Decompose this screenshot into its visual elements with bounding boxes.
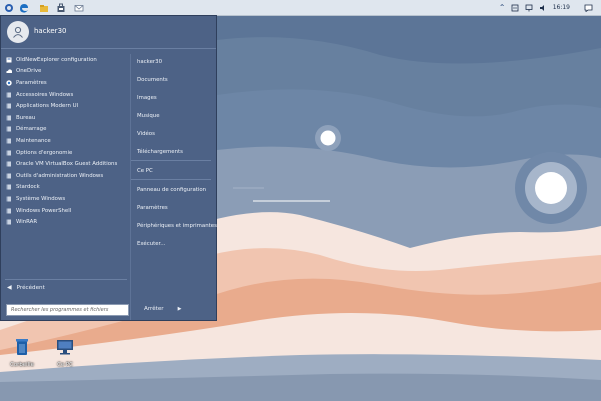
program-item-label: Applications Modern UI xyxy=(16,103,79,110)
gear-icon xyxy=(6,80,12,86)
taskbar-clock[interactable]: 16:19 xyxy=(553,4,570,11)
program-item-label: Outils d'administration Windows xyxy=(16,172,104,179)
store-icon[interactable] xyxy=(55,2,66,13)
user-icon xyxy=(13,26,23,38)
program-item[interactable]: Bureau xyxy=(1,112,129,124)
menu-item-music[interactable]: Musique xyxy=(137,113,160,119)
program-item-label: Stardock xyxy=(16,184,40,191)
program-item-label: Paramètres xyxy=(16,79,47,86)
program-item[interactable]: Oracle VM VirtualBox Guest Additions xyxy=(1,158,129,170)
program-item-label: Options d'ergonomie xyxy=(16,149,73,156)
program-item[interactable]: Stardock xyxy=(1,182,129,194)
mail-icon[interactable] xyxy=(73,2,84,13)
column-divider xyxy=(130,54,131,320)
menu-item-control-panel[interactable]: Panneau de configuration xyxy=(137,187,206,193)
tray-chevron-icon[interactable]: ^ xyxy=(500,4,505,11)
start-menu-header: hacker30 xyxy=(1,16,216,48)
menu-item-documents[interactable]: Documents xyxy=(137,77,168,83)
folder-icon xyxy=(6,126,12,132)
menu-item-videos[interactable]: Vidéos xyxy=(137,131,155,137)
folder-icon xyxy=(6,196,12,202)
program-item-label: OneDrive xyxy=(16,68,42,75)
system-tray: ^ 16:19 xyxy=(500,0,601,15)
shutdown-label: Arrêter xyxy=(144,306,164,312)
search-input[interactable] xyxy=(7,304,128,316)
network-icon[interactable] xyxy=(525,4,533,12)
program-item[interactable]: Windows PowerShell xyxy=(1,205,129,217)
folder-icon xyxy=(6,103,12,109)
folder-icon xyxy=(6,115,12,121)
menu-item-devices-printers[interactable]: Périphériques et imprimantes xyxy=(137,223,217,229)
folder-icon xyxy=(6,219,12,225)
program-item-label: Bureau xyxy=(16,114,36,121)
program-item[interactable]: OldNewExplorer configuration xyxy=(1,54,129,66)
shutdown-options-arrow-icon[interactable]: ▶ xyxy=(178,306,182,312)
program-list: OldNewExplorer configuration OneDrive Para… xyxy=(1,54,129,228)
notification-icon[interactable] xyxy=(584,4,593,12)
program-item-label: Accessoires Windows xyxy=(16,91,74,98)
program-item[interactable]: Options d'ergonomie xyxy=(1,147,129,159)
right-divider-1 xyxy=(131,160,211,161)
recycle-bin-icon xyxy=(16,339,28,355)
computer-icon xyxy=(57,340,73,355)
search-box[interactable] xyxy=(6,304,129,316)
program-item[interactable]: Outils d'administration Windows xyxy=(1,170,129,182)
folder-icon xyxy=(6,208,12,214)
folder-explorer-icon[interactable] xyxy=(38,2,49,13)
shutdown-button[interactable]: Arrêter ▶ xyxy=(144,306,181,312)
desktop-icon-label: Corbeille xyxy=(10,362,34,368)
program-item[interactable]: Accessoires Windows xyxy=(1,89,129,101)
program-item[interactable]: WinRAR xyxy=(1,216,129,228)
folder-icon xyxy=(6,138,12,144)
volume-icon[interactable] xyxy=(539,4,547,12)
program-item[interactable]: Démarrage xyxy=(1,124,129,136)
menu-item-settings[interactable]: Paramètres xyxy=(137,205,168,211)
program-item[interactable]: Paramètres xyxy=(1,77,129,89)
program-item-label: Maintenance xyxy=(16,137,51,144)
desktop-icon-this-pc[interactable]: Ce PC xyxy=(50,337,80,368)
menu-item-images[interactable]: Images xyxy=(137,95,157,101)
menu-item-run[interactable]: Exécuter... xyxy=(137,241,165,247)
folder-icon xyxy=(6,150,12,156)
program-item-label: Système Windows xyxy=(16,195,66,202)
menu-item-this-pc[interactable]: Ce PC xyxy=(137,168,153,174)
program-item[interactable]: Applications Modern UI xyxy=(1,100,129,112)
program-item-label: WinRAR xyxy=(16,219,38,226)
back-button[interactable]: ◀ Précédent xyxy=(7,284,45,291)
app-icon xyxy=(6,57,12,63)
back-label: Précédent xyxy=(16,284,45,291)
program-item-label: Démarrage xyxy=(16,126,47,133)
action-center-icon[interactable] xyxy=(511,4,519,12)
program-item[interactable]: OneDrive xyxy=(1,66,129,78)
back-divider xyxy=(5,279,127,280)
program-item-label: Windows PowerShell xyxy=(16,207,72,214)
program-item-label: Oracle VM VirtualBox Guest Additions xyxy=(16,161,118,168)
header-divider xyxy=(1,48,216,49)
right-divider-2 xyxy=(131,179,211,180)
cloud-icon xyxy=(6,68,12,74)
folder-icon xyxy=(6,184,12,190)
folder-icon xyxy=(6,173,12,179)
edge-icon[interactable] xyxy=(18,2,29,13)
program-item-label: OldNewExplorer configuration xyxy=(16,56,97,63)
desktop-icon-recycle-bin[interactable]: Corbeille xyxy=(7,337,37,368)
folder-icon xyxy=(6,92,12,98)
taskbar: ^ 16:19 xyxy=(0,0,601,16)
program-item[interactable]: Système Windows xyxy=(1,193,129,205)
menu-item-user-folder[interactable]: hacker30 xyxy=(137,59,162,65)
folder-icon xyxy=(6,161,12,167)
program-item[interactable]: Maintenance xyxy=(1,135,129,147)
start-icon[interactable] xyxy=(3,2,14,13)
avatar[interactable] xyxy=(7,21,29,43)
back-arrow-icon: ◀ xyxy=(7,284,12,291)
start-menu: hacker30 OldNewExplorer configuration One… xyxy=(0,15,217,321)
menu-item-downloads[interactable]: Téléchargements xyxy=(137,149,183,155)
desktop-icon-label: Ce PC xyxy=(57,362,73,368)
username-label: hacker30 xyxy=(34,27,67,35)
